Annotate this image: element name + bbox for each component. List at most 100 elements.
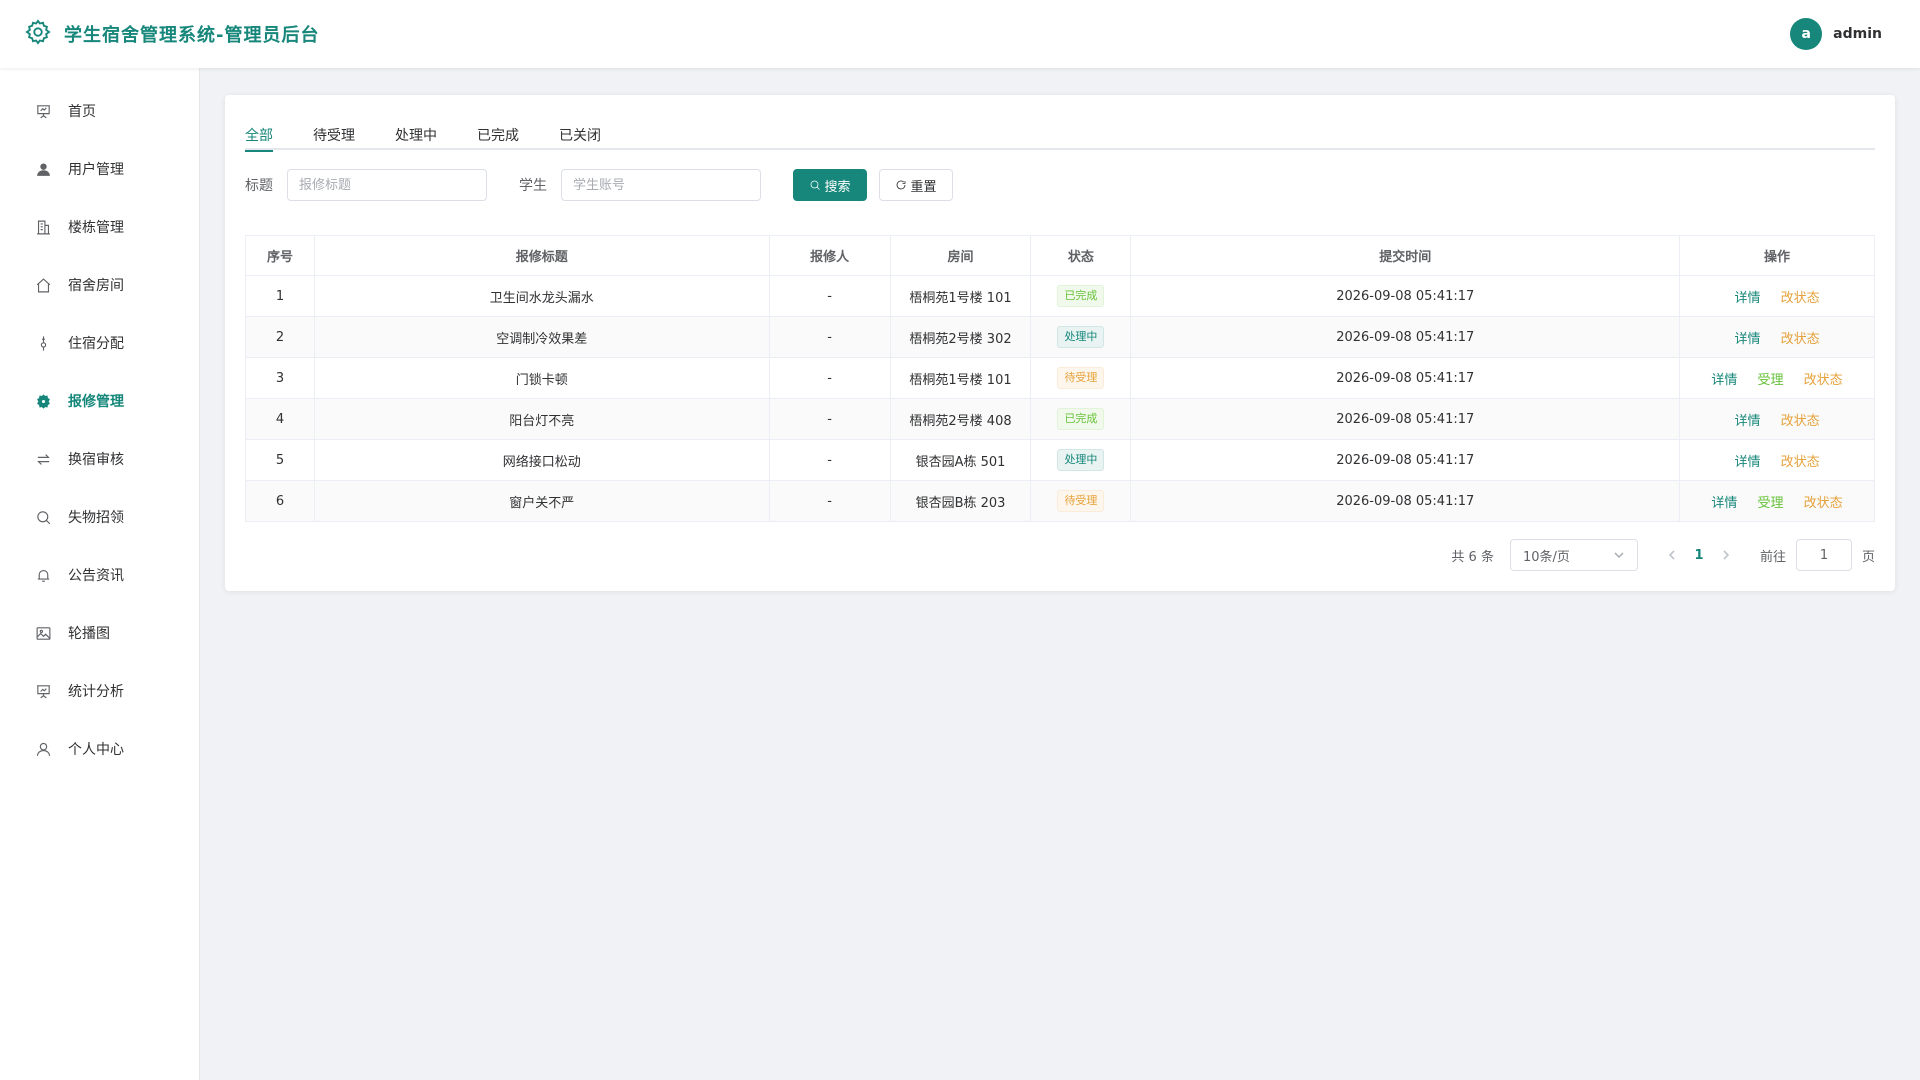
tab-all[interactable]: 全部 [245,123,273,152]
user-menu[interactable]: a admin [1790,18,1882,50]
sidebar-item-label: 报修管理 [68,394,124,410]
brand: 学生宿舍管理系统-管理员后台 [24,18,319,50]
repair-list-card: 全部 待受理 处理中 已完成 已关闭 标题 学生 搜索 重置 序号 报修标题 报… [225,95,1895,591]
sidebar-item-room-swap[interactable]: 换宿审核 [0,430,199,488]
sidebar-item-allocation[interactable]: 住宿分配 [0,314,199,372]
sidebar-item-buildings[interactable]: 楼栋管理 [0,198,199,256]
status-tabs: 全部 待受理 处理中 已完成 已关闭 [245,123,1875,152]
detail-link[interactable]: 详情 [1711,369,1737,388]
tab-pending[interactable]: 待受理 [313,123,355,150]
tab-processing[interactable]: 处理中 [395,123,437,150]
sidebar-item-notices[interactable]: 公告资讯 [0,546,199,604]
row-number: 1 [245,275,315,317]
change-status-link[interactable]: 改状态 [1781,328,1820,347]
page-size-select[interactable]: 10条/页 [1509,539,1638,571]
room: 梧桐苑1号楼 101 [889,275,1032,317]
page-number-current[interactable]: 1 [1688,548,1710,563]
detail-link[interactable]: 详情 [1734,410,1760,429]
sidebar-item-label: 个人中心 [68,742,124,758]
gear-icon [24,18,52,50]
tab-closed[interactable]: 已关闭 [559,123,601,150]
detail-link[interactable]: 详情 [1734,451,1760,470]
room: 银杏园A栋 501 [889,439,1032,481]
detail-link[interactable]: 详情 [1734,287,1760,306]
sidebar-item-repairs[interactable]: 报修管理 [0,372,199,430]
sidebar-item-label: 用户管理 [68,162,124,178]
sidebar-item-label: 楼栋管理 [68,220,124,236]
change-status-link[interactable]: 改状态 [1804,492,1843,511]
swap-icon [34,450,52,468]
status-badge: 待受理 [1057,490,1105,512]
row-number: 4 [245,398,315,440]
repair-title: 门锁卡顿 [313,357,770,399]
search-button[interactable]: 搜索 [793,169,867,201]
change-status-link[interactable]: 改状态 [1804,369,1843,388]
sidebar-item-label: 公告资讯 [68,568,124,584]
column-header: 提交时间 [1130,235,1681,276]
reporter: - [768,439,891,481]
status-badge: 处理中 [1057,326,1105,348]
status-badge: 待受理 [1057,367,1105,389]
avatar[interactable]: a [1790,18,1823,50]
repair-title: 阳台灯不亮 [313,398,770,440]
repair-title: 空调制冷效果差 [313,316,770,358]
prev-page-button[interactable] [1656,539,1688,571]
submit-time: 2026-09-08 05:41:17 [1130,275,1681,317]
submit-time: 2026-09-08 05:41:17 [1130,357,1681,399]
next-page-button[interactable] [1710,539,1742,571]
chart-board-icon [34,682,52,700]
column-header: 操作 [1679,235,1875,276]
page-size-value: 10条/页 [1522,549,1570,565]
sidebar-item-rooms[interactable]: 宿舍房间 [0,256,199,314]
sidebar-item-home[interactable]: 首页 [0,82,199,140]
title-search-input[interactable] [287,169,487,201]
tab-completed[interactable]: 已完成 [477,123,519,150]
accept-link[interactable]: 受理 [1758,369,1784,388]
app-title: 学生宿舍管理系统-管理员后台 [64,25,320,46]
row-number: 2 [245,316,315,358]
reporter: - [768,275,891,317]
gear-icon [34,392,52,410]
sidebar-item-carousel[interactable]: 轮播图 [0,604,199,662]
reset-button[interactable]: 重置 [879,169,953,201]
status-badge: 已完成 [1057,408,1105,430]
accept-link[interactable]: 受理 [1758,492,1784,511]
change-status-link[interactable]: 改状态 [1781,287,1820,306]
building-icon [34,218,52,236]
chevron-right-icon [1723,550,1730,560]
submit-time: 2026-09-08 05:41:17 [1130,480,1681,522]
column-header: 状态 [1030,235,1132,276]
table-header-row: 序号 报修标题 报修人 房间 状态 提交时间 操作 [245,235,1875,276]
sidebar-item-lost-found[interactable]: 失物招领 [0,488,199,546]
goto-page-input[interactable] [1795,539,1852,571]
sidebar-item-label: 宿舍房间 [68,278,124,294]
status-badge: 处理中 [1057,449,1105,471]
repair-title: 窗户关不严 [313,480,770,522]
chevron-left-icon [1668,550,1675,560]
sidebar-item-users[interactable]: 用户管理 [0,140,199,198]
repair-table: 序号 报修标题 报修人 房间 状态 提交时间 操作 1 卫生间水龙头漏水 - 梧… [245,235,1875,522]
goto-label: 前往 [1759,549,1786,565]
sidebar-item-statistics[interactable]: 统计分析 [0,662,199,720]
change-status-link[interactable]: 改状态 [1781,451,1820,470]
page-suffix: 页 [1861,549,1875,565]
student-search-input[interactable] [561,169,761,201]
person-icon [34,740,52,758]
detail-link[interactable]: 详情 [1711,492,1737,511]
house-icon [34,276,52,294]
change-status-link[interactable]: 改状态 [1781,410,1820,429]
repair-title: 网络接口松动 [313,439,770,481]
search-icon [34,508,52,526]
submit-time: 2026-09-08 05:41:17 [1130,398,1681,440]
detail-link[interactable]: 详情 [1734,328,1760,347]
sidebar-item-label: 换宿审核 [68,452,124,468]
room: 梧桐苑1号楼 101 [889,357,1032,399]
username[interactable]: admin [1833,26,1882,42]
table-row: 1 卫生间水龙头漏水 - 梧桐苑1号楼 101 已完成 2026-09-08 0… [245,275,1875,317]
room: 梧桐苑2号楼 302 [889,316,1032,358]
bell-icon [34,566,52,584]
sidebar-item-profile[interactable]: 个人中心 [0,720,199,778]
presentation-icon [34,102,52,120]
search-icon [811,180,821,190]
top-header: 学生宿舍管理系统-管理员后台 a admin [0,0,1920,68]
